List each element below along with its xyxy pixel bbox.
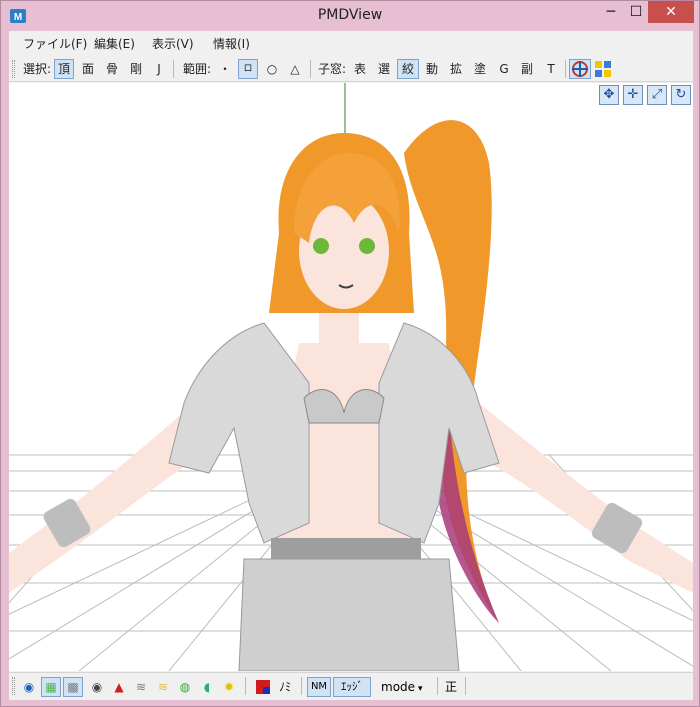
rotate-icon[interactable]: ↻ [671, 85, 691, 105]
subwindow-g-button[interactable]: G [496, 59, 512, 79]
toolbar-separator [310, 60, 311, 78]
title-bar[interactable]: M PMDView ─ ☐ ✕ [1, 1, 699, 31]
bottom-toolbar: ◉ ▦ ▩ ◉ ▲ ≋ ≋ ◍ ◖ ✹ ﾉﾐ NM ｴｯｼﾞ mode ▾ 正 [9, 672, 693, 700]
menu-edit[interactable]: 編集(E) [94, 35, 135, 52]
quad-view-icon [595, 61, 611, 77]
shorts [238, 558, 460, 671]
hatch-display-icon[interactable]: ≋ [131, 677, 151, 697]
select-rigid-button[interactable]: 剛 [127, 59, 145, 79]
jacket-left [168, 322, 310, 544]
edge-button[interactable]: ｴｯｼﾞ [333, 677, 371, 697]
belt [271, 538, 421, 560]
window-title: PMDView [317, 7, 383, 23]
subwindow-label: 子窓: [317, 62, 347, 76]
range-label: 範囲: [182, 62, 212, 76]
jacket-right [378, 322, 500, 544]
front-view-button[interactable]: 正 [441, 677, 461, 697]
ik-display-icon[interactable]: ◍ [175, 677, 195, 697]
subwindow-t-button[interactable]: T [543, 59, 559, 79]
vertex-display-icon[interactable]: ◉ [19, 677, 39, 697]
select-bone-button[interactable]: 骨 [103, 59, 121, 79]
select-label: 選択: [22, 62, 52, 76]
app-window: M PMDView ─ ☐ ✕ ファイル(F) 編集(E) 表示(V) 情報(I… [0, 0, 700, 707]
nomi-button[interactable]: ﾉﾐ [279, 677, 291, 697]
menu-info[interactable]: 情報(I) [213, 35, 250, 52]
scene-canvas [9, 83, 693, 671]
toolbar-separator [465, 677, 466, 695]
wire-display-icon[interactable]: ▦ [41, 677, 61, 697]
pan-icon[interactable]: ✛ [623, 85, 643, 105]
toolbar-grip[interactable] [12, 677, 15, 695]
subwindow-sub-button[interactable]: 副 [518, 59, 536, 79]
menu-view[interactable]: 表示(V) [152, 35, 194, 52]
toolbar-separator [245, 677, 246, 695]
right-arm [471, 403, 693, 593]
toolbar-separator [437, 677, 438, 695]
move-view-icon[interactable]: ✥ [599, 85, 619, 105]
right-eye [359, 238, 375, 254]
subwindow-table-button[interactable]: 表 [351, 59, 369, 79]
rigid-display-icon[interactable]: ◖ [197, 677, 217, 697]
menu-bar: ファイル(F) 編集(E) 表示(V) 情報(I) [9, 31, 693, 55]
range-dot-button[interactable]: ・ [217, 59, 233, 79]
color-square-icon [256, 680, 270, 694]
mode-label: mode [381, 680, 416, 694]
toolbar-separator [565, 60, 566, 78]
toolbar-separator [301, 677, 302, 695]
toolbar-grip[interactable] [12, 60, 15, 78]
close-button[interactable]: ✕ [648, 1, 694, 23]
range-rect-button[interactable]: ロ [238, 59, 258, 79]
subwindow-filter-button[interactable]: 絞 [397, 59, 419, 79]
target-view-button[interactable] [569, 59, 591, 79]
color-swatch-icon[interactable] [253, 677, 273, 697]
select-joint-button[interactable]: J [151, 59, 167, 79]
chevron-down-icon: ▾ [418, 684, 423, 694]
minimize-button[interactable]: ─ [599, 1, 623, 23]
mesh-display-icon[interactable]: ▩ [63, 677, 83, 697]
left-eye [313, 238, 329, 254]
triangle-display-icon[interactable]: ▲ [109, 677, 129, 697]
select-face-button[interactable]: 面 [79, 59, 97, 79]
client-area: ファイル(F) 編集(E) 表示(V) 情報(I) 選択: 頂 面 骨 剛 J … [9, 31, 693, 700]
toolbar-separator [173, 60, 174, 78]
subwindow-paint-button[interactable]: 塗 [471, 59, 489, 79]
subwindow-select-button[interactable]: 選 [375, 59, 393, 79]
joint-display-icon[interactable]: ✹ [219, 677, 239, 697]
menu-file[interactable]: ファイル(F) [23, 35, 87, 52]
bone-display-icon[interactable]: ≋ [153, 677, 173, 697]
range-circle-button[interactable]: ○ [263, 59, 281, 79]
maximize-button[interactable]: ☐ [625, 1, 647, 23]
left-arm [9, 403, 204, 593]
3d-viewport[interactable]: ✥ ✛ ⤢ ↻ [9, 83, 693, 671]
mode-dropdown[interactable]: mode ▾ [377, 677, 433, 697]
nm-button[interactable]: NM [307, 677, 331, 697]
top-toolbar: 選択: 頂 面 骨 剛 J 範囲: ・ ロ ○ △ 子窓: 表 選 絞 動 拡 … [9, 56, 693, 82]
split-view-button[interactable] [593, 59, 613, 79]
point-display-icon[interactable]: ◉ [87, 677, 107, 697]
subwindow-scale-button[interactable]: 拡 [447, 59, 465, 79]
range-triangle-button[interactable]: △ [286, 59, 304, 79]
subwindow-move-button[interactable]: 動 [423, 59, 441, 79]
crosshair-icon [572, 61, 588, 77]
select-vertex-button[interactable]: 頂 [54, 59, 74, 79]
zoom-icon[interactable]: ⤢ [647, 85, 667, 105]
